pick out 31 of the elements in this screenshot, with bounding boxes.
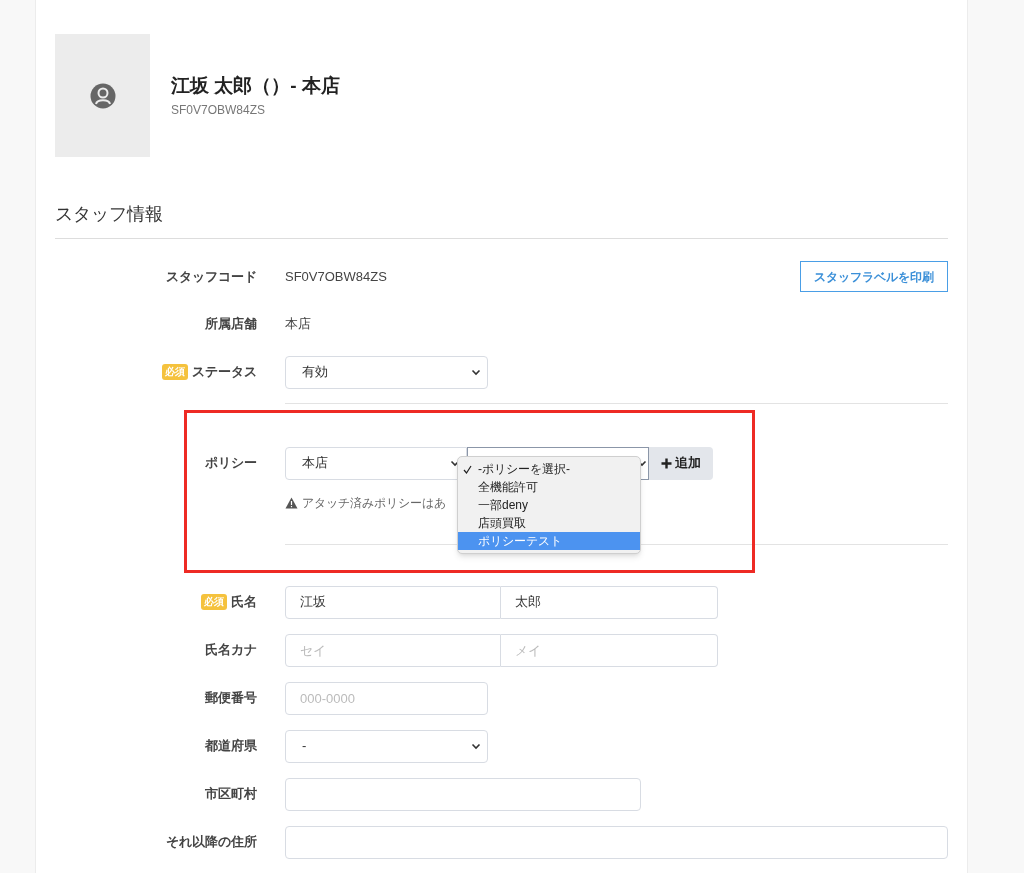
dropdown-item[interactable]: 店頭買取 bbox=[458, 514, 640, 532]
field-label: それ以降の住所 bbox=[166, 833, 257, 852]
field-label: 氏名カナ bbox=[205, 641, 257, 660]
field-label: 市区町村 bbox=[205, 785, 257, 804]
select-field[interactable]: 有効 bbox=[285, 355, 488, 389]
staff-name-title: 江坂 太郎（）- 本店 bbox=[171, 74, 340, 99]
input-field[interactable]: 000-0000 bbox=[285, 681, 488, 715]
field-label: 郵便番号 bbox=[205, 689, 257, 708]
field-label: 都道府県 bbox=[205, 737, 257, 756]
name-input-field[interactable]: 太郎 bbox=[501, 585, 718, 619]
warning-text: アタッチ済みポリシーはあ bbox=[302, 494, 446, 512]
staff-code-subtitle: SF0V7OBW84ZS bbox=[171, 101, 267, 119]
select-field[interactable]: - bbox=[285, 729, 488, 763]
name-input-field[interactable]: 江坂 bbox=[285, 585, 501, 619]
dropdown-item[interactable]: 全機能許可 bbox=[458, 478, 640, 496]
name-input-field[interactable]: メイ bbox=[501, 633, 718, 667]
dropdown-item[interactable]: 一部deny bbox=[458, 496, 640, 514]
name-input-field[interactable]: セイ bbox=[285, 633, 501, 667]
section-title: スタッフ情報 bbox=[55, 201, 948, 239]
field-label: ステータス bbox=[192, 363, 257, 382]
field-label: ポリシー bbox=[205, 454, 257, 473]
print-label-button[interactable]: スタッフラベルを印刷 bbox=[800, 261, 948, 292]
field-label: 氏名 bbox=[231, 593, 257, 612]
required-badge: 必須 bbox=[162, 364, 188, 380]
field-value: 本店 bbox=[285, 315, 311, 333]
select-field[interactable]: 本店 bbox=[285, 446, 467, 480]
field-label: 所属店舗 bbox=[205, 315, 257, 333]
field-value: SF0V7OBW84ZS bbox=[285, 267, 387, 286]
add-button[interactable]: 追加 bbox=[649, 446, 713, 480]
required-badge: 必須 bbox=[201, 594, 227, 610]
field-label: スタッフコード bbox=[166, 267, 257, 286]
